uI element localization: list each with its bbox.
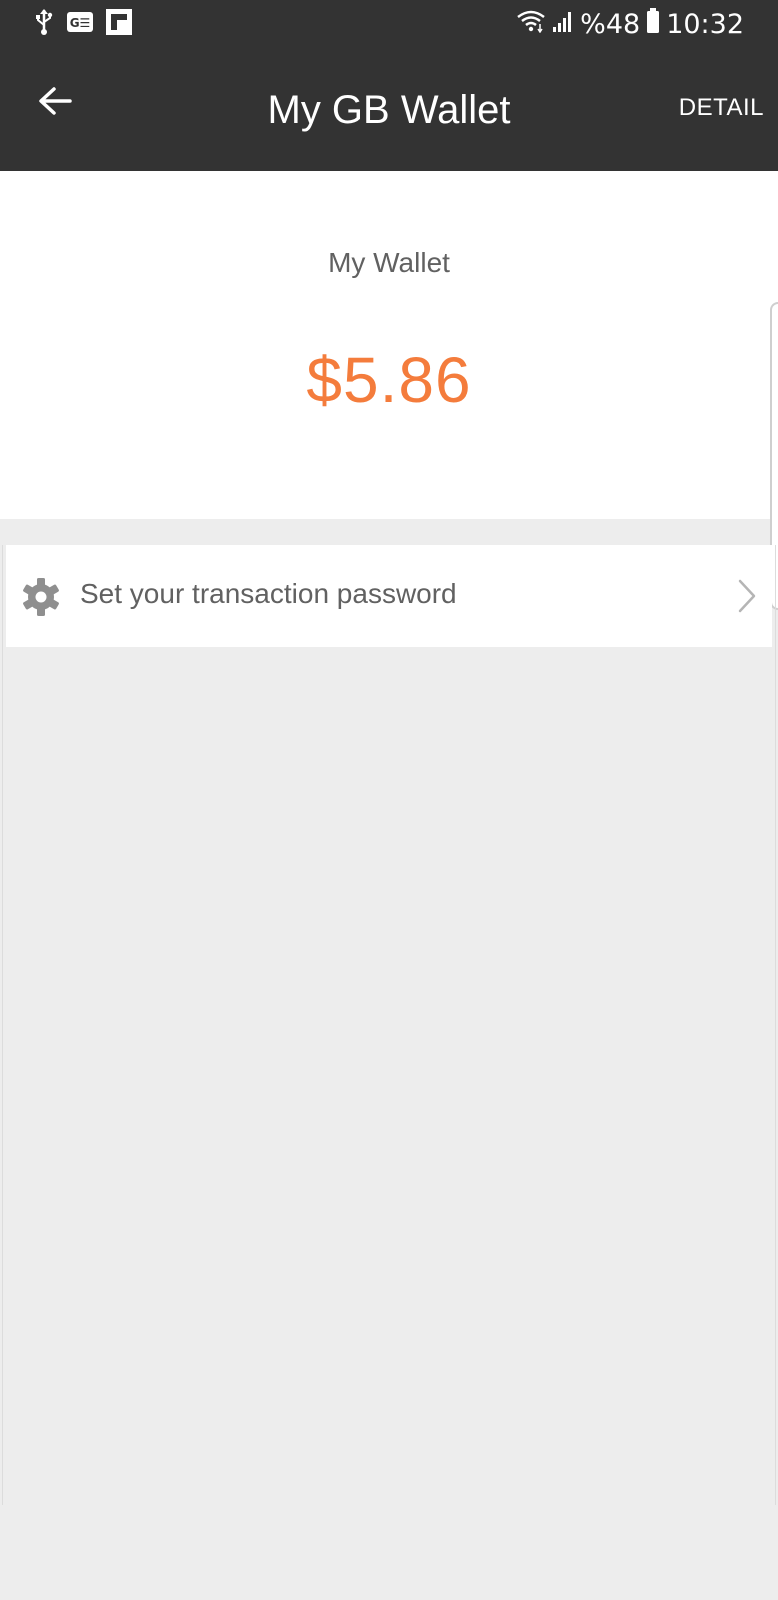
clock: 10:32 xyxy=(666,8,744,40)
status-right-icons: %48 10:32 xyxy=(516,7,744,41)
wallet-balance: $5.86 xyxy=(306,344,472,416)
status-bar: G☰ %48 10:32 xyxy=(0,0,778,48)
settings-list xyxy=(2,545,776,1505)
flipboard-icon xyxy=(106,8,132,40)
set-transaction-password-row[interactable]: Set your transaction password xyxy=(6,545,772,647)
app-bar: My GB Wallet DETAIL xyxy=(0,48,778,171)
battery-percent: %48 xyxy=(580,8,641,40)
chevron-right-icon xyxy=(736,578,758,614)
battery-icon xyxy=(646,7,660,41)
wifi-icon xyxy=(516,9,546,40)
wallet-label: My Wallet xyxy=(328,247,450,278)
gallery-icon: G☰ xyxy=(66,11,94,38)
wallet-card: My Wallet $5.86 xyxy=(0,171,778,519)
status-left-icons: G☰ xyxy=(34,8,132,41)
svg-text:G☰: G☰ xyxy=(70,16,91,30)
gear-icon xyxy=(20,576,62,618)
detail-button[interactable]: DETAIL xyxy=(679,94,764,122)
settings-row-label: Set your transaction password xyxy=(80,578,457,609)
page-title: My GB Wallet xyxy=(267,88,511,132)
usb-icon xyxy=(34,8,54,41)
signal-icon xyxy=(552,9,574,40)
